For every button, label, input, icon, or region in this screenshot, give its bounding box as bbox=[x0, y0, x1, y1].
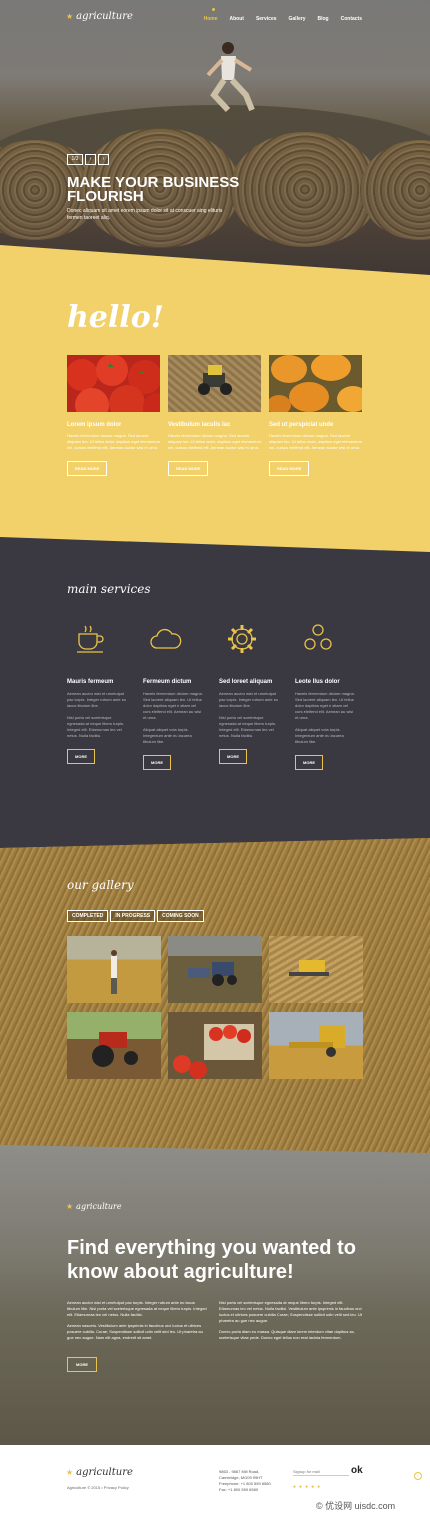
service-item: Fermeum dictum Havels fermentum dictum m… bbox=[143, 622, 203, 770]
gallery-photo-farmer[interactable] bbox=[67, 936, 161, 1003]
card-title: Vestibulum iaculis lac bbox=[168, 422, 231, 428]
nav-contacts[interactable]: Contacts bbox=[335, 14, 368, 24]
social-links: ● ● ● ● ● bbox=[293, 1484, 320, 1490]
read-more-button[interactable]: READ MORE bbox=[168, 461, 209, 476]
about-text: Nisl porta vel scelerisque egnesada at n… bbox=[219, 1300, 362, 1323]
facebook-icon[interactable]: ● bbox=[299, 1484, 302, 1490]
nav-gallery[interactable]: Gallery bbox=[283, 14, 312, 24]
nav-home[interactable]: Home bbox=[198, 14, 224, 24]
service-more-button[interactable]: MORE bbox=[143, 755, 171, 770]
about-logo: ★ agriculture bbox=[66, 1202, 122, 1211]
card-text: Havels fermentum dictum magna. Sed laore… bbox=[168, 433, 261, 450]
tab-coming-soon[interactable]: COMING SOON bbox=[157, 910, 204, 922]
gear-icon bbox=[228, 625, 256, 653]
footer-address: 9863 - 9867 Mill Road, Cambridge, MG09 9… bbox=[219, 1469, 271, 1492]
service-item: Sed loreet aliquam Aenean auctor wisi et… bbox=[219, 622, 279, 764]
service-text: Havels fermentum dictum magna. Sed laore… bbox=[295, 691, 355, 720]
nav-blog[interactable]: Blog bbox=[311, 14, 334, 24]
slider-pager: 1/3 ‹ › bbox=[67, 154, 109, 165]
slide-counter: 1/3 bbox=[67, 154, 83, 165]
hero-subtitle: Donec aliquam sit amet eorem ipsum dolor… bbox=[67, 208, 223, 221]
service-text: Havels fermentum dictum magna. Sed laore… bbox=[143, 691, 203, 720]
rss-icon[interactable]: ● bbox=[305, 1484, 308, 1490]
service-more-button[interactable]: MORE bbox=[295, 755, 323, 770]
service-text-2: Nisl porta vel scelerisque egnesada at n… bbox=[67, 715, 125, 738]
linkedin-icon[interactable]: ● bbox=[317, 1484, 320, 1490]
about-column-left: Aenean auctor wisi et urnetulput pac tur… bbox=[67, 1300, 207, 1341]
signup-ok-button[interactable]: ok bbox=[351, 1465, 363, 1476]
tab-completed[interactable]: COMPLETED bbox=[67, 910, 109, 922]
gallery-photo-combine[interactable] bbox=[269, 1012, 363, 1079]
service-title: Sed loreet aliquam bbox=[219, 679, 273, 685]
feature-card: Vestibulum iaculis lac Havels fermentum … bbox=[168, 355, 261, 476]
google-plus-icon[interactable]: ● bbox=[311, 1484, 314, 1490]
gallery-photo-red-tractor[interactable] bbox=[67, 1012, 161, 1079]
nav-about[interactable]: About bbox=[223, 14, 249, 24]
nav-services[interactable]: Services bbox=[250, 14, 283, 24]
about-more-button[interactable]: MORE bbox=[67, 1357, 97, 1372]
service-text-2: Nisl porta vel scelerisque egnesada at n… bbox=[219, 715, 277, 738]
gallery-title: our gallery bbox=[67, 878, 134, 892]
footer-logo[interactable]: ★ agriculture bbox=[66, 1467, 133, 1478]
main-nav: Home About Services Gallery Blog Contact… bbox=[198, 8, 368, 24]
services-title: main services bbox=[67, 582, 151, 596]
gallery-tabs: COMPLETED IN PROGRESS COMING SOON bbox=[67, 910, 204, 922]
gallery-photo-harvester[interactable] bbox=[269, 936, 363, 1003]
card-title: Lorem ipsum dolor bbox=[67, 422, 122, 428]
services-section bbox=[0, 537, 430, 855]
tomatoes-image bbox=[67, 355, 160, 412]
watermark: © 优设网 uisdc.com bbox=[316, 1501, 396, 1511]
cloud-icon bbox=[150, 628, 182, 649]
feature-card: Sed ut perspiciat unde Havels fermentum … bbox=[269, 355, 362, 476]
service-title: Mauris fermeum bbox=[67, 679, 114, 685]
about-section bbox=[0, 1145, 430, 1445]
card-text: Havels fermentum dictum magna. Sed laore… bbox=[67, 433, 160, 450]
hero-section bbox=[0, 0, 430, 275]
service-more-button[interactable]: MORE bbox=[219, 749, 247, 764]
gallery-photo-tractor[interactable] bbox=[168, 936, 262, 1003]
about-heading: Find everything you wanted to know about… bbox=[67, 1237, 356, 1283]
read-more-button[interactable]: READ MORE bbox=[269, 461, 310, 476]
card-text: Havels fermentum dictum magna. Sed laore… bbox=[269, 433, 362, 450]
hero-title: MAKE YOUR BUSINESS FLOURISH bbox=[67, 174, 240, 205]
prev-slide-button[interactable]: ‹ bbox=[85, 154, 96, 165]
read-more-button[interactable]: READ MORE bbox=[67, 461, 108, 476]
site-logo[interactable]: ★ agriculture bbox=[66, 11, 133, 22]
service-title: Fermeum dictum bbox=[143, 679, 192, 685]
tab-in-progress[interactable]: IN PROGRESS bbox=[110, 910, 156, 922]
service-text: Aenean auctor wisi et urnetulput pac tur… bbox=[219, 691, 279, 708]
service-more-button[interactable]: MORE bbox=[67, 749, 95, 764]
twitter-icon[interactable]: ● bbox=[293, 1484, 296, 1490]
service-text-2: Aliquat aliquet vola turpis. Integentum … bbox=[295, 727, 344, 744]
gallery-photo-tomato-crate[interactable] bbox=[168, 1012, 262, 1079]
service-text: Aenean auctor wisi et urnetulput pac tur… bbox=[67, 691, 127, 708]
jumping-man-figure bbox=[206, 42, 255, 113]
signup-input[interactable]: Signup for mail bbox=[293, 1467, 349, 1476]
tractor-field-image bbox=[168, 355, 261, 412]
service-title: Leote llus dolor bbox=[295, 679, 340, 685]
feature-card: Lorem ipsum dolor Havels fermentum dictu… bbox=[67, 355, 160, 476]
service-item: Leote llus dolor Havels fermentum dictum… bbox=[295, 622, 355, 770]
card-title: Sed ut perspiciat unde bbox=[269, 422, 334, 428]
service-text-2: Aliquat aliquet vola turpis. Integentum … bbox=[143, 727, 192, 744]
hello-title: hello! bbox=[67, 300, 164, 335]
service-item: Mauris fermeum Aenean auctor wisi et urn… bbox=[67, 622, 127, 764]
about-text: Aenean auctor wisi et urnetulput pac tur… bbox=[67, 1300, 207, 1317]
about-text: Aenean nascetu. Vestibulum ante ipsprimi… bbox=[67, 1323, 203, 1340]
cup-icon bbox=[77, 625, 104, 653]
about-column-right: Nisl porta vel scelerisque egnesada at n… bbox=[219, 1300, 364, 1341]
copyright: Agriculture © 2015 • Privacy Policy bbox=[67, 1485, 129, 1490]
next-slide-button[interactable]: › bbox=[98, 154, 109, 165]
pumpkins-image bbox=[269, 355, 362, 412]
about-text: Donec porta diam eu massa. Quisque diam … bbox=[219, 1329, 355, 1340]
scroll-top-icon[interactable]: ↑ bbox=[414, 1472, 422, 1480]
people-icon bbox=[304, 624, 332, 650]
